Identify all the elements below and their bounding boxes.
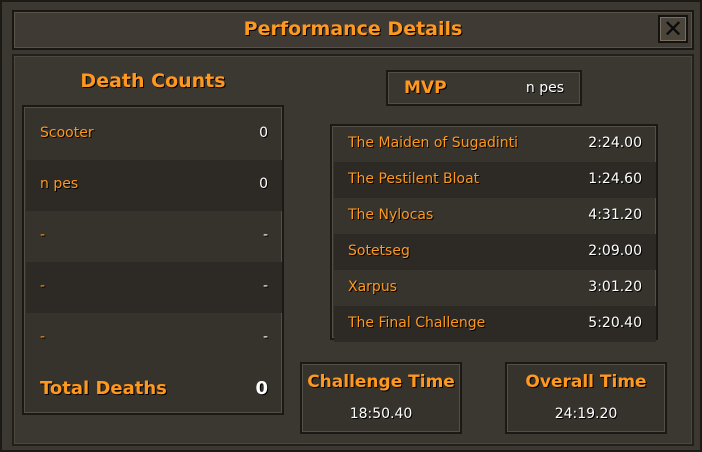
challenge-time-value: 18:50.40 <box>349 406 413 422</box>
player-name: - <box>40 329 46 345</box>
death-count: - <box>262 278 268 294</box>
player-name: n pes <box>40 176 79 192</box>
mvp-box: MVP n pes <box>386 70 582 106</box>
death-count: - <box>262 329 268 345</box>
room-time: 1:24.60 <box>588 171 642 187</box>
death-count-row: - - <box>26 211 282 262</box>
room-name: The Pestilent Bloat <box>348 171 480 187</box>
player-name: - <box>40 227 46 243</box>
death-counts-title: Death Counts <box>80 70 226 92</box>
mvp-label: MVP <box>404 78 447 98</box>
split-row: The Final Challenge 5:20.40 <box>334 306 656 342</box>
death-count-row: Scooter 0 <box>26 109 282 160</box>
room-name: Sotetseg <box>348 243 410 259</box>
overall-time-value: 24:19.20 <box>554 406 618 422</box>
death-count: - <box>262 227 268 243</box>
total-deaths-label: Total Deaths <box>40 378 167 399</box>
split-row: Sotetseg 2:09.00 <box>334 234 656 270</box>
split-row: The Pestilent Bloat 1:24.60 <box>334 162 656 198</box>
death-count-row: - - <box>26 262 282 313</box>
death-count: 0 <box>259 176 268 192</box>
room-time: 3:01.20 <box>588 279 642 295</box>
total-deaths-value: 0 <box>255 378 268 399</box>
challenge-time-label: Challenge Time <box>307 372 455 392</box>
room-time: 2:09.00 <box>588 243 642 259</box>
room-name: The Maiden of Sugadinti <box>348 135 519 151</box>
split-row: The Nylocas 4:31.20 <box>334 198 656 234</box>
death-count: 0 <box>259 125 268 141</box>
death-counts-panel: Scooter 0 n pes 0 - - - - - - Total Deat… <box>22 105 284 415</box>
death-count-row: n pes 0 <box>26 160 282 211</box>
total-deaths-row: Total Deaths 0 <box>26 365 282 413</box>
player-name: Scooter <box>40 125 94 141</box>
overall-time-label: Overall Time <box>525 372 647 392</box>
mvp-value: n pes <box>525 80 564 96</box>
title-bar: Performance Details ✕ <box>12 10 694 50</box>
death-count-row: - - <box>26 313 282 364</box>
split-row: Xarpus 3:01.20 <box>334 270 656 306</box>
split-row: The Maiden of Sugadinti 2:24.00 <box>334 126 656 162</box>
room-time: 4:31.20 <box>588 207 642 223</box>
room-name: Xarpus <box>348 279 397 295</box>
room-time: 2:24.00 <box>588 135 642 151</box>
room-splits-table: The Maiden of Sugadinti 2:24.00 The Pest… <box>330 124 658 342</box>
challenge-time-box: Challenge Time 18:50.40 <box>300 362 462 434</box>
room-name: The Final Challenge <box>348 315 486 331</box>
player-name: - <box>40 278 46 294</box>
room-name: The Nylocas <box>348 207 434 223</box>
room-time: 5:20.40 <box>588 315 642 331</box>
close-button[interactable]: ✕ <box>658 15 688 43</box>
overall-time-box: Overall Time 24:19.20 <box>505 362 667 434</box>
window-title: Performance Details <box>243 18 463 40</box>
